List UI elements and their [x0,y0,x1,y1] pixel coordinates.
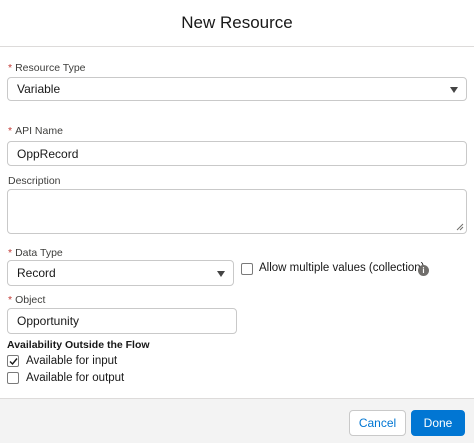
cancel-button[interactable]: Cancel [349,410,406,436]
object-label-text: Object [15,294,46,306]
object-input[interactable]: Opportunity [7,308,237,334]
check-icon [9,358,18,366]
object-label: * Object [8,294,45,306]
resource-type-label-text: Resource Type [15,62,86,74]
data-type-label: * Data Type [8,247,63,259]
done-button[interactable]: Done [411,410,465,436]
required-marker: * [8,125,13,137]
data-type-select[interactable]: Record [7,260,234,286]
description-textarea[interactable] [7,189,467,234]
api-name-label-text: API Name [15,125,63,137]
modal-title: New Resource [181,13,293,32]
availability-title: Availability Outside the Flow [7,339,150,351]
api-name-label: * API Name [8,125,63,137]
description-label: Description [8,175,61,187]
allow-multiple-label[interactable]: Allow multiple values (collection) [259,262,425,274]
api-name-value: OppRecord [17,146,79,161]
required-marker: * [8,294,13,306]
data-type-value: Record [17,266,56,280]
modal-header: New Resource [0,0,474,47]
required-marker: * [8,62,13,74]
resize-handle-icon[interactable] [456,223,464,231]
resource-type-label: * Resource Type [8,62,86,74]
available-for-output-label[interactable]: Available for output [26,372,124,384]
resource-type-select[interactable]: Variable [7,77,467,101]
allow-multiple-checkbox[interactable] [241,263,253,275]
available-for-input-label[interactable]: Available for input [26,355,117,367]
modal-footer: Cancel Done [0,398,474,443]
resource-type-value: Variable [17,82,61,96]
chevron-down-icon [217,271,225,277]
available-for-output-checkbox[interactable] [7,372,19,384]
data-type-label-text: Data Type [15,247,63,259]
description-label-text: Description [8,175,61,187]
object-value: Opportunity [17,314,80,328]
required-marker: * [8,247,13,259]
available-for-input-checkbox[interactable] [7,355,19,367]
chevron-down-icon [450,87,458,93]
info-icon[interactable]: i [418,265,429,276]
api-name-input[interactable]: OppRecord [7,141,467,166]
